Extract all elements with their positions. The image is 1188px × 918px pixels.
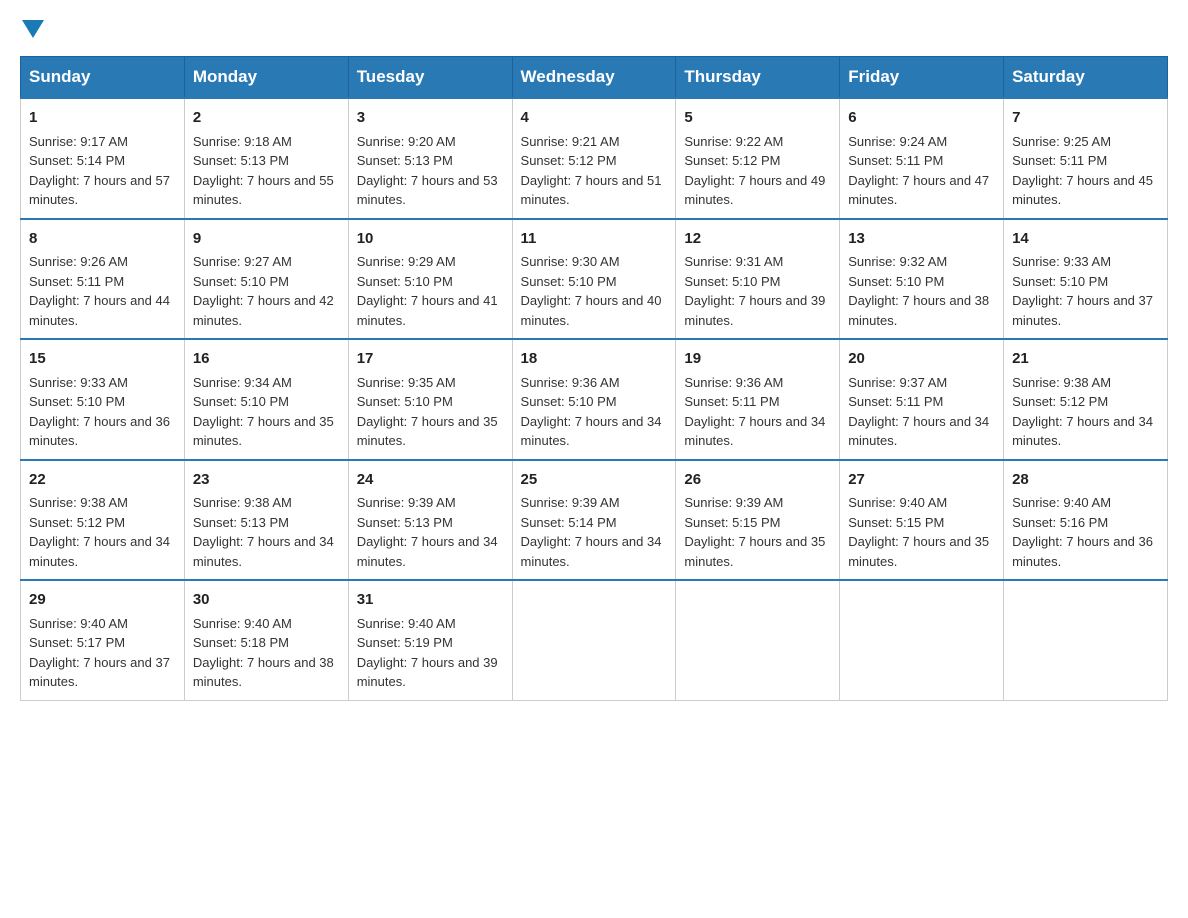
logo [20,20,44,36]
calendar-day-cell: 20Sunrise: 9:37 AMSunset: 5:11 PMDayligh… [840,339,1004,460]
day-number: 19 [684,348,831,371]
calendar-day-cell: 4Sunrise: 9:21 AMSunset: 5:12 PMDaylight… [512,98,676,219]
calendar-day-cell: 22Sunrise: 9:38 AMSunset: 5:12 PMDayligh… [21,460,185,581]
day-number: 26 [684,469,831,492]
calendar-day-cell: 23Sunrise: 9:38 AMSunset: 5:13 PMDayligh… [184,460,348,581]
calendar-day-cell: 3Sunrise: 9:20 AMSunset: 5:13 PMDaylight… [348,98,512,219]
day-number: 25 [521,469,668,492]
day-number: 13 [848,228,995,251]
calendar-day-cell: 18Sunrise: 9:36 AMSunset: 5:10 PMDayligh… [512,339,676,460]
calendar-day-cell: 30Sunrise: 9:40 AMSunset: 5:18 PMDayligh… [184,580,348,700]
calendar-day-cell: 26Sunrise: 9:39 AMSunset: 5:15 PMDayligh… [676,460,840,581]
calendar-day-cell: 8Sunrise: 9:26 AMSunset: 5:11 PMDaylight… [21,219,185,340]
calendar-table: SundayMondayTuesdayWednesdayThursdayFrid… [20,56,1168,701]
calendar-header-friday: Friday [840,57,1004,99]
calendar-day-cell: 14Sunrise: 9:33 AMSunset: 5:10 PMDayligh… [1004,219,1168,340]
calendar-week-row: 1Sunrise: 9:17 AMSunset: 5:14 PMDaylight… [21,98,1168,219]
day-number: 4 [521,107,668,130]
calendar-day-cell: 10Sunrise: 9:29 AMSunset: 5:10 PMDayligh… [348,219,512,340]
day-number: 9 [193,228,340,251]
calendar-day-cell: 21Sunrise: 9:38 AMSunset: 5:12 PMDayligh… [1004,339,1168,460]
day-number: 1 [29,107,176,130]
calendar-day-cell: 9Sunrise: 9:27 AMSunset: 5:10 PMDaylight… [184,219,348,340]
calendar-day-cell: 25Sunrise: 9:39 AMSunset: 5:14 PMDayligh… [512,460,676,581]
logo-arrow-icon [22,20,44,38]
day-number: 5 [684,107,831,130]
calendar-day-cell: 2Sunrise: 9:18 AMSunset: 5:13 PMDaylight… [184,98,348,219]
calendar-day-cell: 5Sunrise: 9:22 AMSunset: 5:12 PMDaylight… [676,98,840,219]
calendar-day-cell: 24Sunrise: 9:39 AMSunset: 5:13 PMDayligh… [348,460,512,581]
day-number: 18 [521,348,668,371]
calendar-day-cell: 29Sunrise: 9:40 AMSunset: 5:17 PMDayligh… [21,580,185,700]
calendar-week-row: 15Sunrise: 9:33 AMSunset: 5:10 PMDayligh… [21,339,1168,460]
calendar-day-cell: 7Sunrise: 9:25 AMSunset: 5:11 PMDaylight… [1004,98,1168,219]
day-number: 16 [193,348,340,371]
calendar-day-cell: 12Sunrise: 9:31 AMSunset: 5:10 PMDayligh… [676,219,840,340]
day-number: 14 [1012,228,1159,251]
day-number: 3 [357,107,504,130]
day-number: 6 [848,107,995,130]
calendar-header-saturday: Saturday [1004,57,1168,99]
day-number: 31 [357,589,504,612]
day-number: 22 [29,469,176,492]
calendar-day-cell: 6Sunrise: 9:24 AMSunset: 5:11 PMDaylight… [840,98,1004,219]
calendar-header-tuesday: Tuesday [348,57,512,99]
day-number: 20 [848,348,995,371]
day-number: 2 [193,107,340,130]
day-number: 12 [684,228,831,251]
day-number: 27 [848,469,995,492]
day-number: 8 [29,228,176,251]
calendar-header-thursday: Thursday [676,57,840,99]
calendar-day-cell: 11Sunrise: 9:30 AMSunset: 5:10 PMDayligh… [512,219,676,340]
calendar-week-row: 22Sunrise: 9:38 AMSunset: 5:12 PMDayligh… [21,460,1168,581]
calendar-week-row: 29Sunrise: 9:40 AMSunset: 5:17 PMDayligh… [21,580,1168,700]
page-header [20,20,1168,36]
day-number: 28 [1012,469,1159,492]
day-number: 29 [29,589,176,612]
day-number: 21 [1012,348,1159,371]
calendar-header-wednesday: Wednesday [512,57,676,99]
calendar-header-row: SundayMondayTuesdayWednesdayThursdayFrid… [21,57,1168,99]
calendar-day-cell: 31Sunrise: 9:40 AMSunset: 5:19 PMDayligh… [348,580,512,700]
calendar-day-cell [840,580,1004,700]
day-number: 7 [1012,107,1159,130]
calendar-day-cell: 28Sunrise: 9:40 AMSunset: 5:16 PMDayligh… [1004,460,1168,581]
day-number: 10 [357,228,504,251]
calendar-day-cell [676,580,840,700]
calendar-day-cell: 17Sunrise: 9:35 AMSunset: 5:10 PMDayligh… [348,339,512,460]
calendar-day-cell: 1Sunrise: 9:17 AMSunset: 5:14 PMDaylight… [21,98,185,219]
calendar-day-cell: 13Sunrise: 9:32 AMSunset: 5:10 PMDayligh… [840,219,1004,340]
day-number: 11 [521,228,668,251]
calendar-day-cell [1004,580,1168,700]
day-number: 24 [357,469,504,492]
calendar-day-cell: 15Sunrise: 9:33 AMSunset: 5:10 PMDayligh… [21,339,185,460]
day-number: 15 [29,348,176,371]
calendar-day-cell [512,580,676,700]
day-number: 30 [193,589,340,612]
calendar-header-monday: Monday [184,57,348,99]
calendar-day-cell: 19Sunrise: 9:36 AMSunset: 5:11 PMDayligh… [676,339,840,460]
calendar-week-row: 8Sunrise: 9:26 AMSunset: 5:11 PMDaylight… [21,219,1168,340]
calendar-day-cell: 16Sunrise: 9:34 AMSunset: 5:10 PMDayligh… [184,339,348,460]
day-number: 17 [357,348,504,371]
calendar-day-cell: 27Sunrise: 9:40 AMSunset: 5:15 PMDayligh… [840,460,1004,581]
calendar-header-sunday: Sunday [21,57,185,99]
day-number: 23 [193,469,340,492]
